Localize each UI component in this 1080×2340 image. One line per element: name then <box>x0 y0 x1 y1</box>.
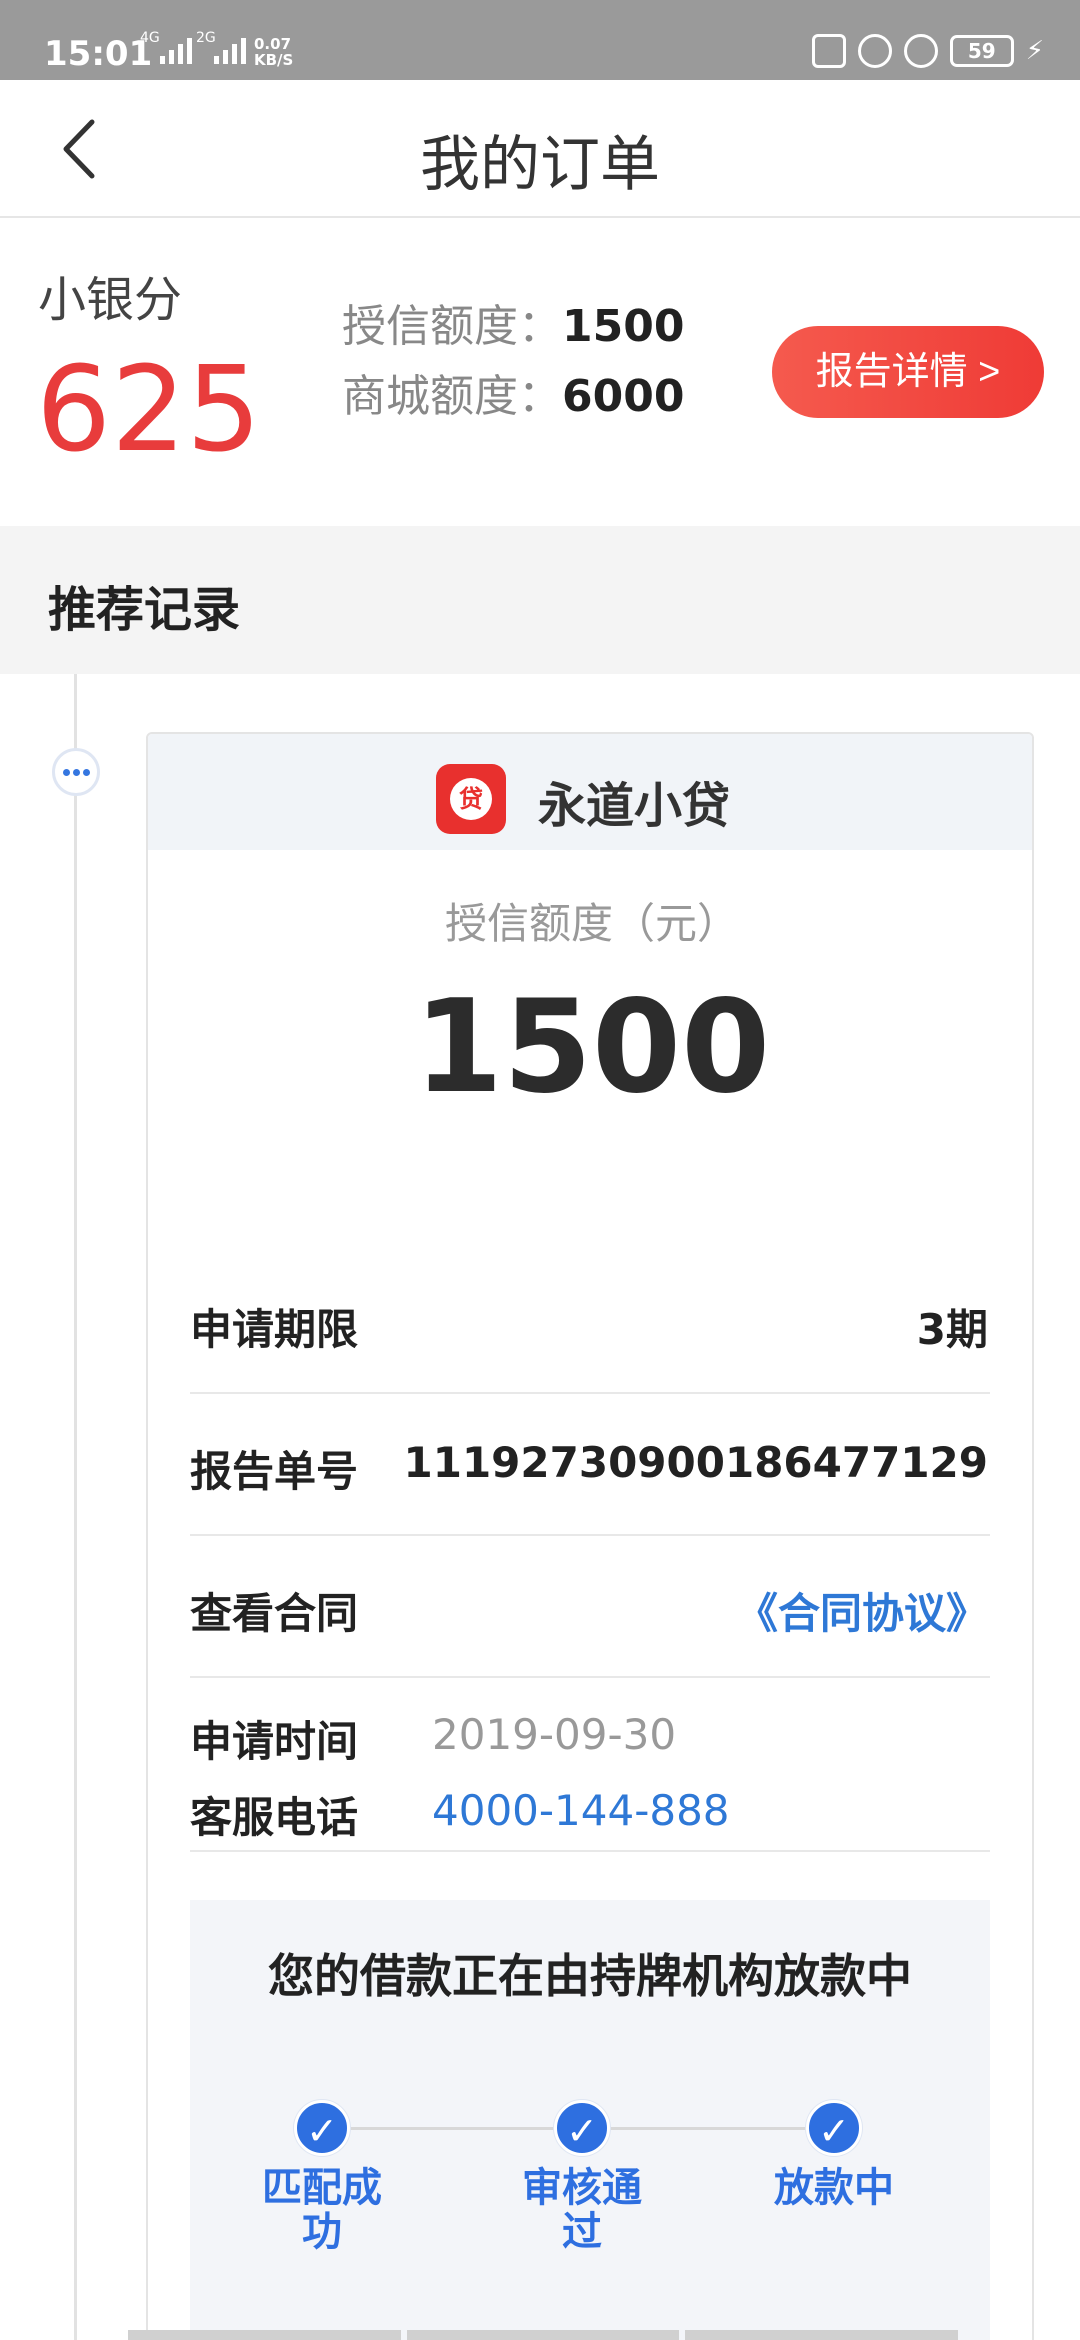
charging-icon: ⚡ <box>1025 36 1044 66</box>
score-section: 小银分 625 授信额度：1500 商城额度：6000 报告详情 > <box>0 220 1080 526</box>
battery-icon: 59 <box>949 35 1014 67</box>
order-card: 贷 永道小贷 授信额度（元） 1500 申请期限 3期 报告单号 1119273… <box>146 732 1034 2340</box>
signal-icon-2 <box>214 38 246 64</box>
credit-quota: 授信额度：1500 <box>342 301 685 352</box>
lender-logo: 贷 <box>436 764 506 834</box>
mall-quota: 商城额度：6000 <box>342 371 685 422</box>
contract-row[interactable]: 查看合同 《合同协议》 <box>190 1538 990 1678</box>
status-time: 15:01 <box>44 34 153 74</box>
apply-time-label: 申请时间 <box>190 1717 359 1766</box>
app-header: 我的订单 <box>0 80 1080 218</box>
status-bar: 15:01 4G 2G 0.07 KB/S 59 ⚡ <box>0 0 1080 80</box>
page-title: 我的订单 <box>420 130 660 200</box>
score-value: 625 <box>36 340 262 478</box>
check-icon: ✓ <box>806 2100 862 2156</box>
term-row: 申请期限 3期 <box>190 1254 990 1394</box>
signal-icon-1 <box>160 38 192 64</box>
network-type-1: 4G <box>140 30 160 46</box>
status-icons: 59 ⚡ <box>811 34 1044 68</box>
report-detail-button[interactable]: 报告详情 > <box>772 326 1044 418</box>
more-dots-icon <box>52 748 100 796</box>
amount-label: 授信额度（元） <box>444 899 739 948</box>
check-icon: ✓ <box>294 2100 350 2156</box>
check-icon: ✓ <box>554 2100 610 2156</box>
records-title: 推荐记录 <box>48 582 241 638</box>
service-phone-link[interactable]: 4000-144-888 <box>432 1786 730 1835</box>
loan-status-text: 您的借款正在由持牌机构放款中 <box>268 1949 912 2003</box>
lock-icon <box>857 34 892 68</box>
network-speed: 0.07 KB/S <box>254 35 294 69</box>
step-matched: ✓ 匹配成功 <box>232 2100 412 2254</box>
term-value: 3期 <box>916 1305 988 1354</box>
lender-name: 永道小贷 <box>538 778 731 834</box>
alarm-icon <box>903 34 938 68</box>
timeline-line <box>74 674 77 2340</box>
report-number-value: 1119273090018647712​9 <box>403 1438 988 1487</box>
records-section-header: 推荐记录 <box>0 526 1080 674</box>
apply-time-value: 2019-09-30 <box>432 1710 677 1759</box>
service-phone-label: 客服电话 <box>190 1793 359 1842</box>
lender-header: 贷 永道小贷 <box>148 734 1032 850</box>
step-disbursing: ✓ 放款中 <box>744 2100 924 2210</box>
loan-status-box: 您的借款正在由持牌机构放款中 ✓ 匹配成功 ✓ 审核通过 ✓ 放款中 <box>190 1900 990 2340</box>
apply-info: 申请时间 2019-09-30 客服电话 4000-144-888 <box>190 1680 990 1852</box>
step-approved: ✓ 审核通过 <box>492 2100 672 2254</box>
score-label: 小银分 <box>38 272 183 328</box>
bottom-edge-bar <box>128 2330 959 2340</box>
vibrate-icon <box>811 34 846 68</box>
contract-link[interactable]: 《合同协议》 <box>736 1580 988 1641</box>
network-type-2: 2G <box>196 30 216 46</box>
amount-value: 1500 <box>413 973 771 1122</box>
report-number-row: 报告单号 1119273090018647712​9 <box>190 1396 990 1536</box>
